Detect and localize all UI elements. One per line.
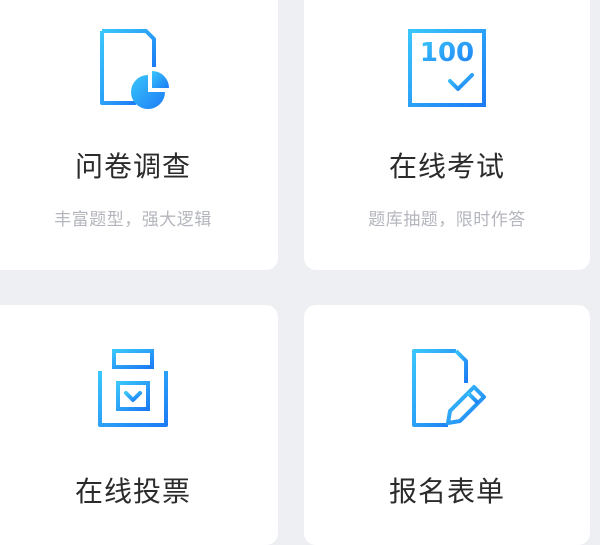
svg-text:100: 100 <box>420 38 474 68</box>
card-title: 在线考试 <box>388 150 505 183</box>
card-description: 丰富题型，强大逻辑 <box>54 210 212 230</box>
exam-card[interactable]: 100 在线考试 题库抽题，限时作答 <box>304 0 590 270</box>
survey-document-chart-icon <box>90 25 176 111</box>
card-title: 问卷调查 <box>74 150 191 183</box>
vote-card[interactable]: 在线投票 <box>0 305 278 545</box>
card-description: 题库抽题，限时作答 <box>368 210 526 230</box>
ballot-box-icon <box>90 345 176 431</box>
exam-score-100-icon: 100 <box>404 25 490 111</box>
card-title: 报名表单 <box>388 475 505 508</box>
form-edit-pencil-icon <box>404 345 490 431</box>
registration-form-card[interactable]: 报名表单 <box>304 305 590 545</box>
survey-card[interactable]: 问卷调查 丰富题型，强大逻辑 <box>0 0 278 270</box>
card-title: 在线投票 <box>74 475 191 508</box>
